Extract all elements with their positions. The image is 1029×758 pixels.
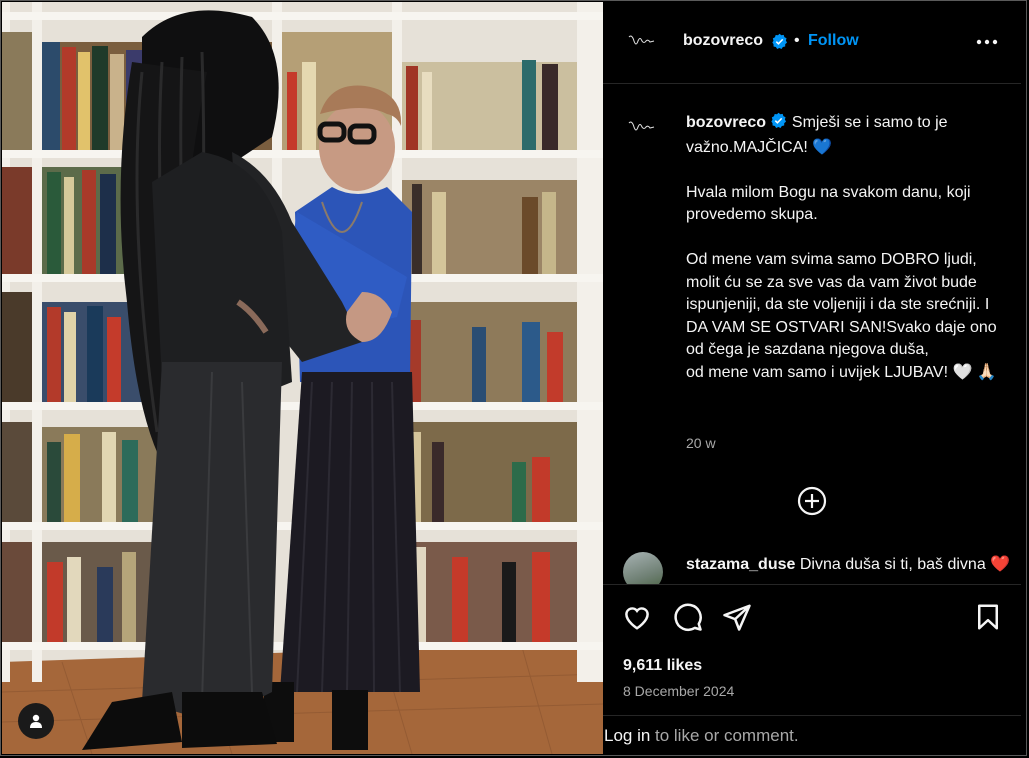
login-link[interactable]: Log in (604, 726, 650, 746)
login-prompt-text: to like or comment. (655, 726, 799, 745)
bookmark-icon[interactable] (973, 602, 1003, 632)
signature-avatar-icon (628, 35, 655, 45)
comment-username[interactable]: stazama_duse (686, 556, 795, 573)
post-header: bozovreco • Follow (603, 2, 1021, 84)
post-actions: 9,611 likes 8 December 2024 (603, 584, 1021, 715)
author-username[interactable]: bozovreco (683, 32, 763, 50)
add-comment-icon[interactable] (796, 485, 828, 517)
likes-count[interactable]: 9,611 likes (623, 657, 702, 675)
photo-illustration (2, 2, 603, 754)
more-options-icon[interactable] (975, 32, 999, 52)
verified-badge-icon (771, 33, 788, 55)
post-date: 8 December 2024 (623, 683, 735, 699)
post-caption: bozovreco Smješi se i samo to je važno.M… (686, 112, 1006, 384)
comment-icon[interactable] (673, 602, 703, 632)
user-tag-icon (30, 714, 42, 728)
login-prompt: Log in to like or comment. (603, 715, 1021, 755)
comment-text: Divna duša si ti, baš divna ❤️ (799, 556, 1011, 573)
post-time-ago[interactable]: 20 w (686, 435, 716, 451)
caption-paragraph: Hvala milom Bogu na svakom danu, koji pr… (686, 183, 971, 224)
post-side-panel: bozovreco • Follow bozovreco Smješi se i… (603, 2, 1021, 754)
heart-icon[interactable] (622, 602, 652, 632)
commenter-avatar[interactable] (623, 552, 663, 584)
post-photo[interactable] (2, 2, 603, 754)
caption-author-avatar[interactable] (625, 110, 659, 144)
caption-username[interactable]: bozovreco (686, 114, 766, 131)
verified-badge-icon (770, 112, 787, 137)
follow-button[interactable]: Follow (808, 32, 859, 50)
comment-body: stazama_duse Divna duša si ti, baš divna… (686, 554, 1016, 577)
share-icon[interactable] (722, 602, 752, 632)
caption-paragraph: od mene vam samo i uvijek LJUBAV! 🤍 🙏🏻 (686, 363, 997, 381)
author-avatar[interactable] (625, 24, 659, 58)
user-tag-button[interactable] (18, 703, 54, 739)
header-separator: • (794, 32, 800, 49)
caption-paragraph: Od mene vam svima samo DOBRO ljudi, moli… (686, 251, 997, 358)
caption-and-comments[interactable]: bozovreco Smješi se i samo to je važno.M… (603, 84, 1021, 584)
signature-avatar-icon (628, 121, 655, 131)
